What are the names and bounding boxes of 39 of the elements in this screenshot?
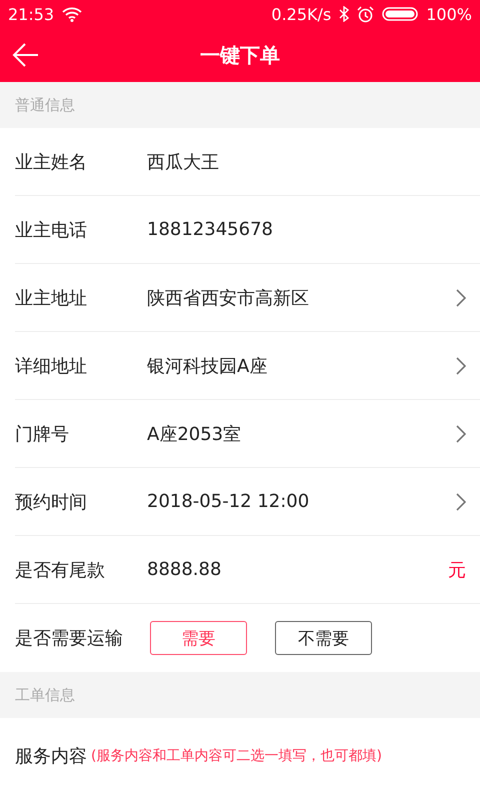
- field-label: 业主地址: [15, 286, 88, 310]
- chevron-right-icon: [456, 424, 466, 442]
- section-title: 工单信息: [15, 686, 75, 704]
- field-label: 业主电话: [15, 218, 88, 242]
- field-label: 是否有尾款: [15, 558, 106, 582]
- list-item[interactable]: 业主地址 陕西省西安市高新区: [15, 264, 480, 332]
- field-label: 业主姓名: [15, 150, 88, 174]
- field-value: A座2053室: [147, 422, 242, 446]
- bluetooth-icon: [339, 6, 350, 22]
- option-button[interactable]: 不需要: [275, 621, 372, 655]
- amount-value: 8888.88: [147, 559, 222, 580]
- field-label: 门牌号: [15, 422, 70, 446]
- list-item[interactable]: 门牌号 A座2053室: [15, 400, 480, 468]
- page-title: 一键下单: [200, 42, 280, 68]
- clock-time: 21:53: [8, 4, 54, 24]
- field-label: 服务内容: [15, 745, 87, 768]
- wifi-icon: [62, 6, 82, 22]
- option-button[interactable]: 需要: [150, 621, 247, 655]
- field-value: 18812345678: [147, 219, 274, 240]
- back-button[interactable]: [12, 41, 40, 69]
- chevron-right-icon: [456, 288, 466, 306]
- field-label: 预约时间: [15, 490, 88, 514]
- chevron-right-icon: [456, 492, 466, 510]
- field-label: 详细地址: [15, 354, 88, 378]
- list-item[interactable]: 详细地址 银河科技园A座: [15, 332, 480, 400]
- list-item[interactable]: 预约时间 2018-05-12 12:00: [15, 468, 480, 536]
- field-value: 2018-05-12 12:00: [147, 491, 310, 512]
- hint-text: (服务内容和工单内容可二选一填写，也可都填): [91, 747, 382, 765]
- chevron-right-icon: [456, 356, 466, 374]
- section-title: 普通信息: [15, 96, 75, 114]
- network-speed: 0.25K/s: [271, 4, 332, 24]
- field-value: 西瓜大王: [147, 150, 220, 174]
- battery-level: 100%: [426, 4, 472, 24]
- field-value: 银河科技园A座: [147, 354, 268, 378]
- alarm-clock-icon: [357, 6, 374, 22]
- currency-unit: 元: [448, 558, 466, 582]
- battery-icon: [382, 7, 418, 21]
- field-value: 陕西省西安市高新区: [147, 286, 310, 310]
- field-label: 是否需要运输: [15, 627, 124, 650]
